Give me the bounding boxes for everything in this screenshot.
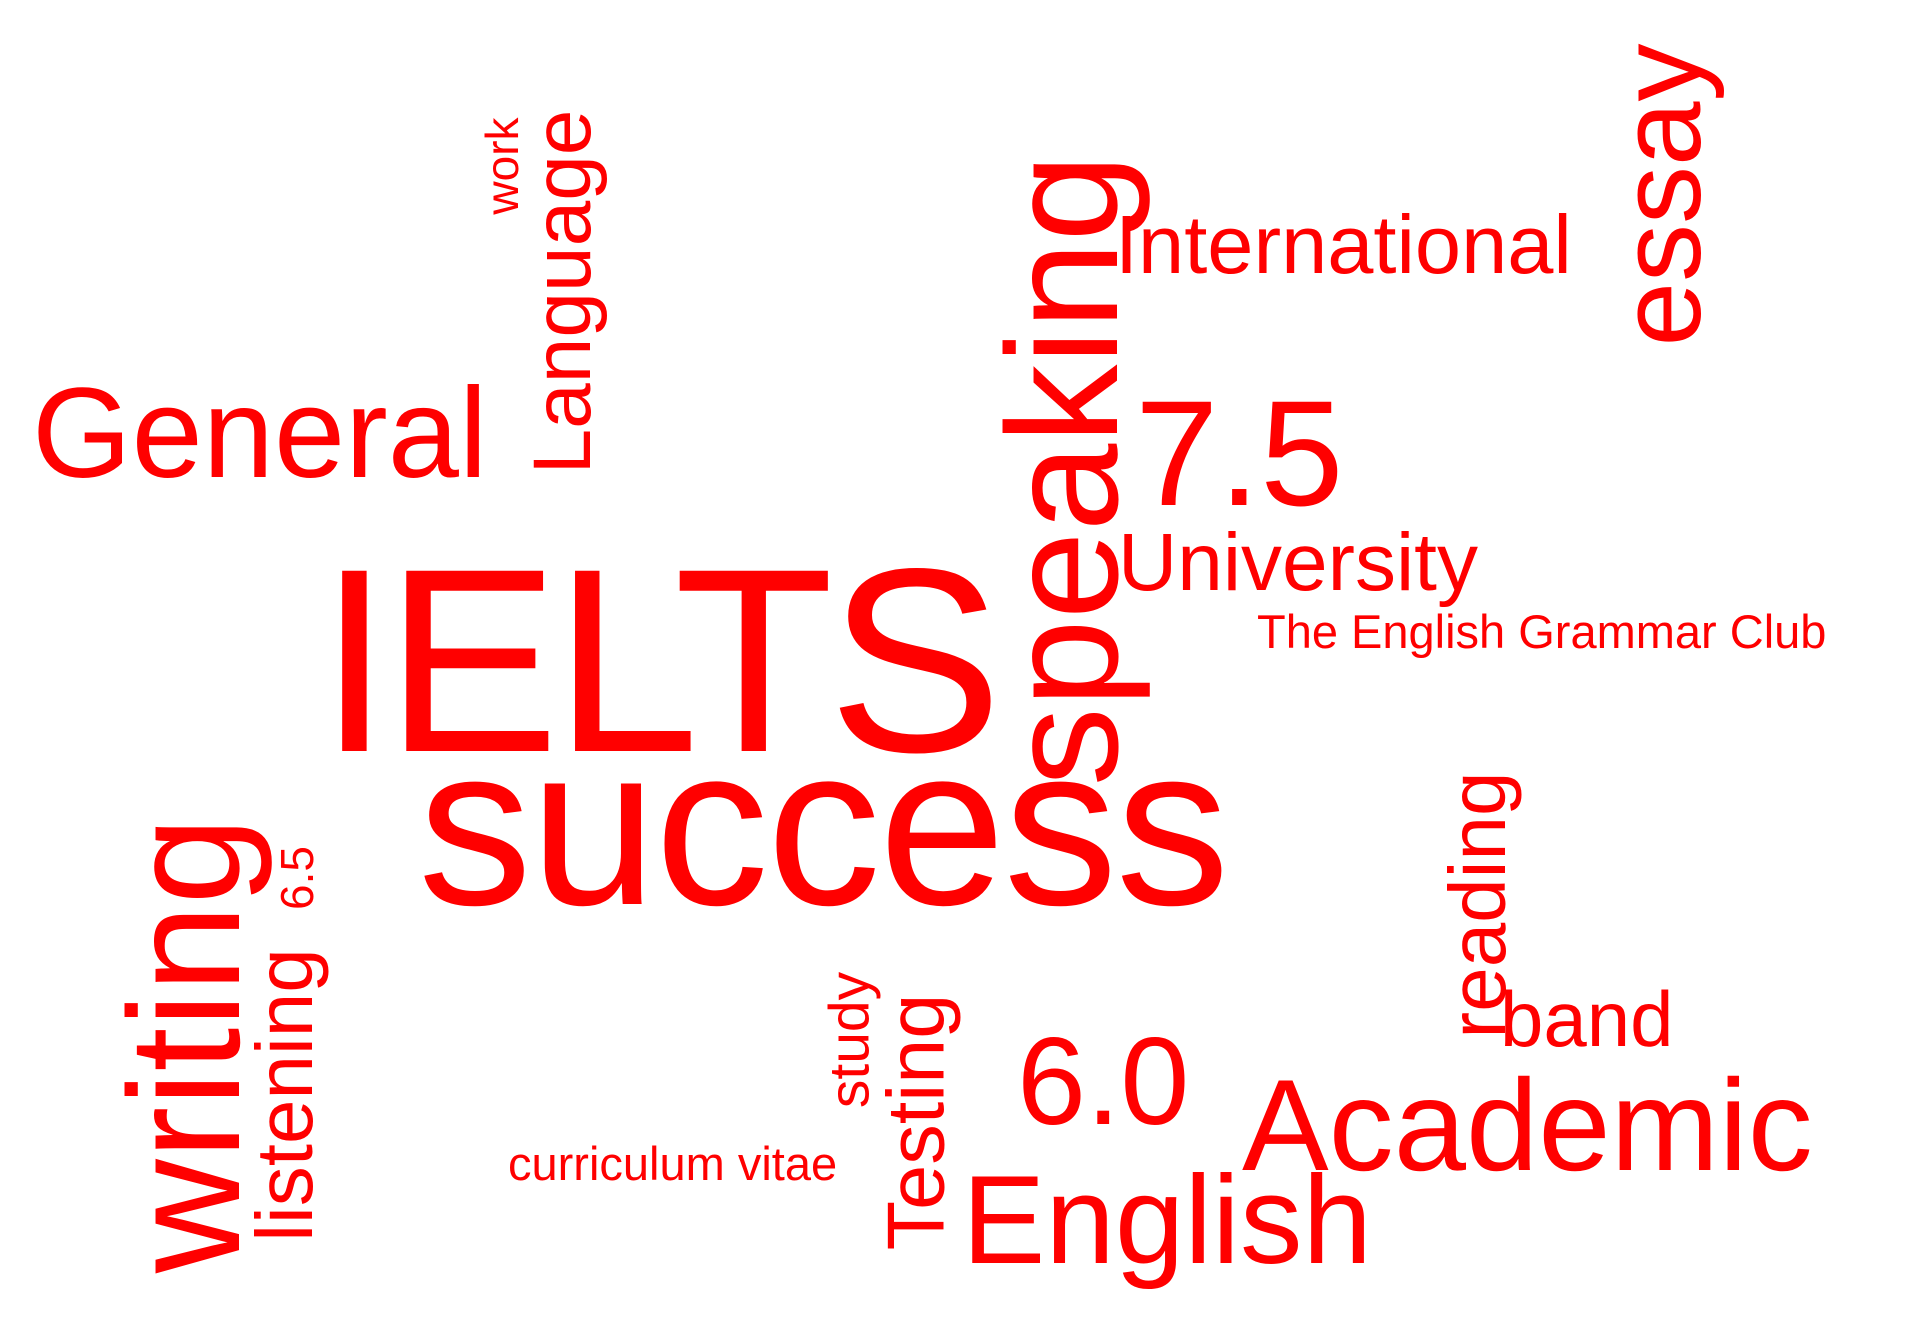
word-work: work: [476, 117, 528, 215]
word-6-0: 6.0: [1017, 1013, 1190, 1151]
word-listening: listening: [240, 948, 329, 1242]
word-band: band: [1500, 975, 1674, 1063]
word-essay: essay: [1595, 43, 1725, 347]
word-6-5: 6.5: [271, 846, 323, 910]
word-general: General: [32, 362, 488, 505]
word-reading: reading: [1433, 771, 1522, 1039]
word-curriculum-vitae: curriculum vitae: [508, 1137, 838, 1190]
word-speaking: speaking: [975, 153, 1151, 787]
word-cloud: IELTS success General International 7.5 …: [0, 0, 1911, 1320]
word-club: The English Grammar Club: [1257, 605, 1827, 658]
word-testing: Testing: [871, 993, 962, 1251]
word-english: English: [962, 1151, 1372, 1290]
word-7-5: 7.5: [1135, 369, 1344, 537]
word-language: Language: [517, 109, 608, 475]
word-international: International: [1115, 198, 1572, 291]
word-study: study: [817, 971, 882, 1109]
word-university: University: [1118, 517, 1478, 608]
